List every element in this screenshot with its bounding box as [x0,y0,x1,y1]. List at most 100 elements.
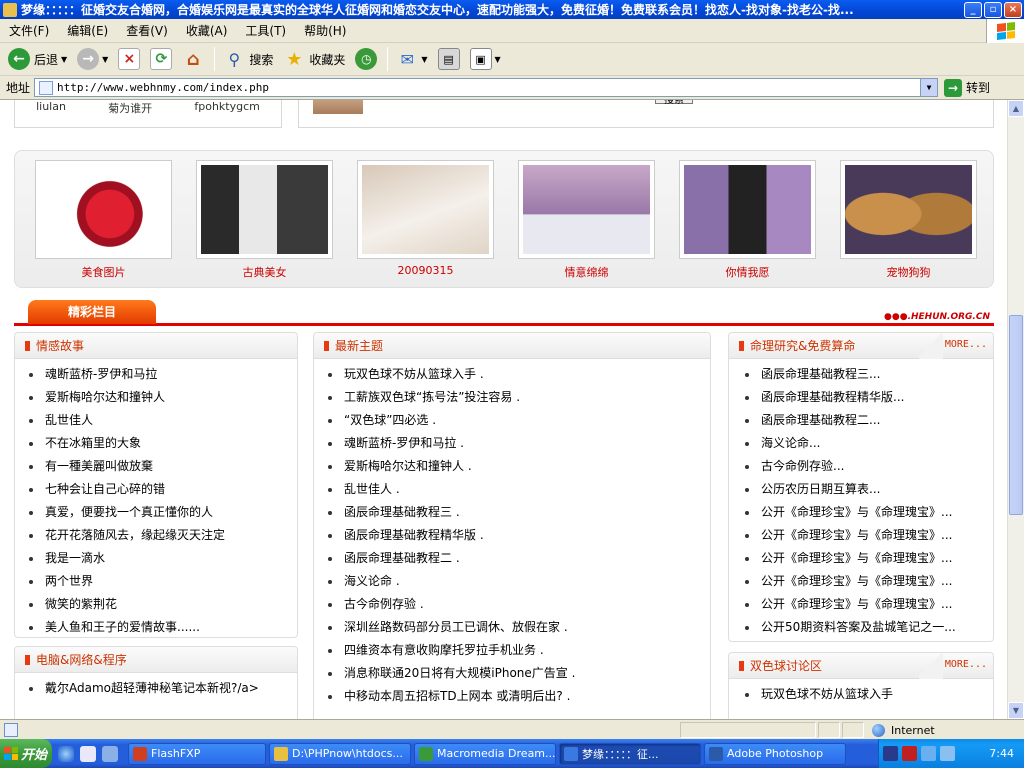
scroll-up-button[interactable]: ▲ [1008,100,1024,117]
list-item-link[interactable]: 公开《命理珍宝》与《命理瑰宝》... [761,501,952,524]
panel-title[interactable]: 情感故事 [36,337,84,354]
username-link[interactable]: fpohktygcm [194,100,260,116]
list-item-link[interactable]: 海义论命... [761,432,820,455]
home-button[interactable]: ⌂ [178,45,208,73]
history-button[interactable]: ◷ [351,45,381,73]
network-icon[interactable] [921,746,936,761]
list-item-link[interactable]: 函辰命理基础教程精华版 . [344,524,484,547]
list-item-link[interactable]: 公开《命理珍宝》与《命理瑰宝》... [761,547,952,570]
list-item-link[interactable]: 函辰命理基础教程二... [761,409,880,432]
list-item-link[interactable]: 乱世佳人 [45,409,93,432]
menu-help[interactable]: 帮助(H) [295,22,355,39]
gallery-item[interactable]: 宠物狗狗 [840,160,977,280]
gallery-item[interactable]: 美食图片 [35,160,172,280]
panel-title[interactable]: 命理研究&免费算命 [750,337,855,354]
list-item-link[interactable]: 公历农历日期互算表... [761,478,880,501]
list-item-link[interactable]: 公开50期资料答案及盐城笔记之一... [761,616,956,639]
list-item-link[interactable]: 魂断蓝桥-罗伊和马拉 . [344,432,464,455]
task-dreamweaver[interactable]: Macromedia Dream... [414,742,556,765]
list-item[interactable]: 我是一滴水 [29,547,297,570]
desktop-quicklaunch-icon[interactable] [102,745,118,762]
task-photoshop[interactable]: Adobe Photoshop [704,742,846,765]
list-item-link[interactable]: 公开《命理珍宝》与《命理瑰宝》... [761,570,952,593]
list-item[interactable]: 海义论命 . [328,570,710,593]
list-item[interactable]: 工薪族双色球“拣号法”投注容易 . [328,386,710,409]
address-input[interactable]: http://www.webhnmy.com/index.php ▼ [34,78,939,97]
chevron-down-icon[interactable]: ▼ [61,55,67,64]
list-item-link[interactable]: “双色球”四必选 . [344,409,436,432]
volume-icon[interactable] [940,746,955,761]
more-link[interactable]: MORE... [945,659,987,670]
search-submit-button[interactable]: 搜索 [655,100,693,106]
maximize-button[interactable]: ▫ [984,1,1002,18]
list-item[interactable]: 函辰命理基础教程三... [745,363,993,386]
list-item-link[interactable]: 古今命例存验... [761,455,844,478]
list-item[interactable]: 美人鱼和王子的爱情故事...... [29,616,297,639]
list-item[interactable]: 爱斯梅哈尔达和撞钟人 [29,386,297,409]
gallery-caption[interactable]: 你情我愿 [679,264,816,280]
list-item[interactable]: 公开《命理珍宝》与《命理瑰宝》... [745,570,993,593]
list-item[interactable]: 乱世佳人 . [328,478,710,501]
list-item[interactable]: 公开《命理珍宝》与《命理瑰宝》... [745,547,993,570]
list-item[interactable]: 公开《命理珍宝》与《命理瑰宝》... [745,501,993,524]
list-item[interactable]: 公开《命理珍宝》与《命理瑰宝》... [745,524,993,547]
chevron-down-icon[interactable]: ▼ [495,55,501,64]
favorites-button[interactable]: ★ 收藏夹 [279,45,349,73]
panel-title[interactable]: 双色球讨论区 [750,657,822,674]
scroll-thumb[interactable] [1009,315,1023,515]
search-button[interactable]: ⚲ 搜索 [219,45,277,73]
panel-title[interactable]: 最新主题 [335,337,383,354]
list-item-link[interactable]: 函辰命理基础教程三 . [344,501,460,524]
stop-button[interactable]: × [114,45,144,73]
list-item[interactable]: 玩双色球不妨从篮球入手 . [328,363,710,386]
list-item[interactable]: 函辰命理基础教程精华版 . [328,524,710,547]
list-item[interactable]: 函辰命理基础教程二... [745,409,993,432]
list-item-link[interactable]: 公开《命理珍宝》与《命理瑰宝》... [761,524,952,547]
list-item[interactable]: 公开《命理珍宝》与《命理瑰宝》... [745,593,993,616]
gallery-item[interactable]: 你情我愿 [679,160,816,280]
forward-button[interactable]: → ▼ [73,45,112,73]
list-item[interactable]: 公历农历日期互算表... [745,478,993,501]
list-item-link[interactable]: 微笑的紫荆花 [45,593,117,616]
list-item-link[interactable]: 公开《命理珍宝》与《命理瑰宝》... [761,593,952,616]
list-item[interactable]: 不在冰箱里的大象 [29,432,297,455]
list-item[interactable]: 公开50期资料答案及盐城笔记之一... [745,616,993,639]
list-item-link[interactable]: 不在冰箱里的大象 [45,432,141,455]
list-item[interactable]: 魂断蓝桥-罗伊和马拉 [29,363,297,386]
list-item-link[interactable]: 魂断蓝桥-罗伊和马拉 [45,363,157,386]
username-link[interactable]: liulan [36,100,66,116]
list-item-link[interactable]: 七种会让自己心碎的错 [45,478,165,501]
list-item[interactable]: 两个世界 [29,570,297,593]
list-item-link[interactable]: 戴尔Adamo超轻薄神秘笔记本新视?/a> [45,677,259,700]
edit-button[interactable]: ▣ ▼ [466,45,505,73]
list-item[interactable]: 爱斯梅哈尔达和撞钟人 . [328,455,710,478]
list-item-link[interactable]: 爱斯梅哈尔达和撞钟人 [45,386,165,409]
gallery-caption[interactable]: 20090315 [357,264,494,277]
list-item[interactable]: 魂断蓝桥-罗伊和马拉 . [328,432,710,455]
list-item[interactable]: 玩双色球不妨从篮球入手 [745,683,993,706]
gallery-item[interactable]: 古典美女 [196,160,333,280]
list-item-link[interactable]: 花开花落随风去，缘起缘灭天注定 [45,524,225,547]
gallery-caption[interactable]: 美食图片 [35,264,172,280]
list-item[interactable]: 深圳丝路数码部分员工已调休、放假在家 . [328,616,710,639]
list-item[interactable]: 古今命例存验 . [328,593,710,616]
list-item-link[interactable]: 玩双色球不妨从篮球入手 [761,683,893,706]
list-item-link[interactable]: 爱斯梅哈尔达和撞钟人 . [344,455,472,478]
gallery-caption[interactable]: 情意绵绵 [518,264,655,280]
gallery-caption[interactable]: 古典美女 [196,264,333,280]
list-item-link[interactable]: 消息称联通20日将有大规模iPhone广告宣 . [344,662,575,685]
list-item-link[interactable]: 古今命例存验 . [344,593,424,616]
list-item-link[interactable]: 海义论命 . [344,570,400,593]
list-item[interactable]: 消息称联通20日将有大规模iPhone广告宣 . [328,662,710,685]
gallery-item[interactable]: 情意绵绵 [518,160,655,280]
list-item-link[interactable]: 函辰命理基础教程精华版... [761,386,904,409]
list-item-link[interactable]: 乱世佳人 . [344,478,400,501]
media-quicklaunch-icon[interactable] [80,745,96,762]
go-button[interactable]: → 转到 [944,78,994,97]
mail-button[interactable]: ✉ ▼ [392,45,431,73]
vertical-scrollbar[interactable]: ▲ ▼ [1007,100,1024,719]
task-flashfxp[interactable]: FlashFXP [128,742,266,765]
list-item-link[interactable]: 函辰命理基础教程三... [761,363,880,386]
task-explorer-folder[interactable]: D:\PHPnow\htdocs... [269,742,411,765]
ime-icon[interactable] [883,746,898,761]
